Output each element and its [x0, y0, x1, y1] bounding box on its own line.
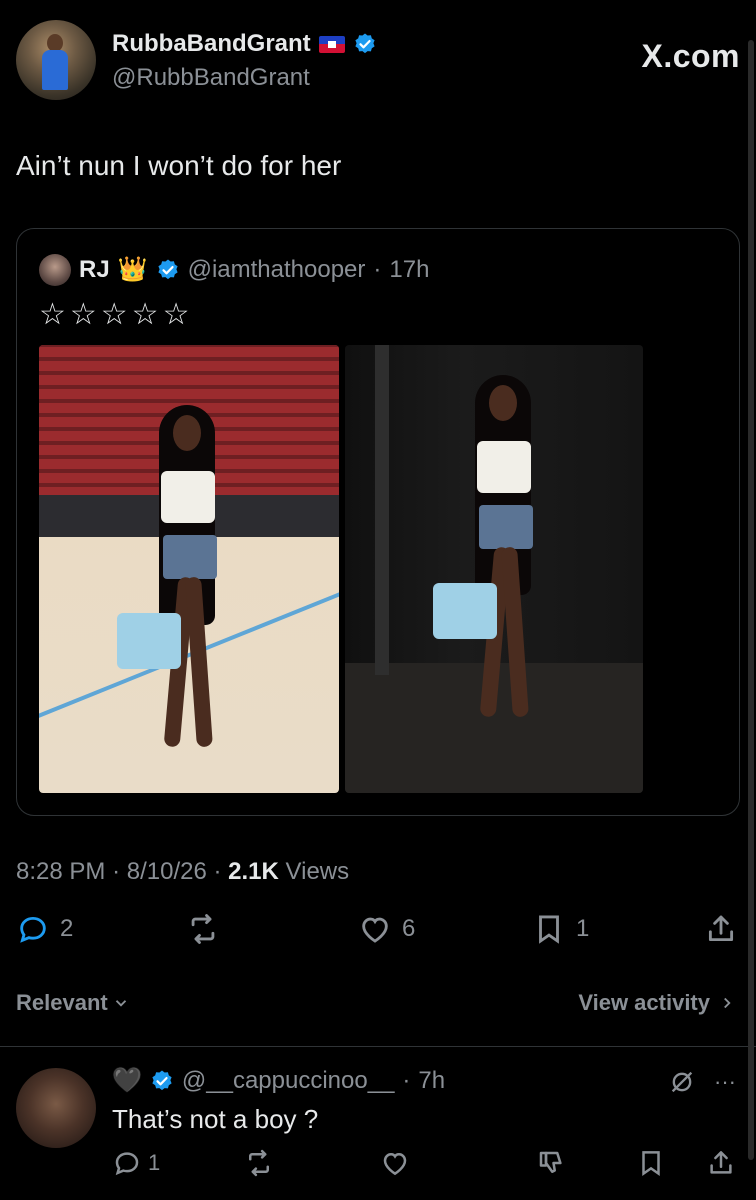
reply-actions: 1 [112, 1148, 738, 1184]
views-label: Views [285, 858, 350, 885]
sort-label: Relevant [16, 990, 108, 1015]
site-watermark: X.com [641, 38, 740, 74]
reply-bookmark-button[interactable] [636, 1148, 666, 1178]
bookmark-count: 1 [576, 915, 590, 942]
quoted-tweet-card[interactable]: RJ 👑 @iamthathooper · 17h ☆☆☆☆☆ [16, 228, 740, 816]
verified-badge-icon [355, 33, 375, 54]
repost-icon [191, 914, 215, 944]
repost-button[interactable] [186, 912, 220, 946]
reply-text: That’s not a boy ? [112, 1104, 319, 1134]
quoted-tweet-age: 17h [389, 256, 430, 283]
reply-header: 🖤 @__cappuccinoo__ · 7h [112, 1066, 445, 1095]
views-count: 2.1K [228, 858, 279, 885]
crown-icon: 👑 [117, 256, 148, 283]
quoted-tweet-text: ☆☆☆☆☆ [39, 298, 194, 331]
view-activity-label: View activity [578, 990, 710, 1015]
tweet-meta: 8:28 PM · 8/10/26 · 2.1K Views [16, 858, 349, 886]
grok-icon[interactable] [668, 1068, 696, 1096]
reply-reply-count: 1 [148, 1150, 161, 1175]
scrollbar[interactable] [748, 40, 754, 1160]
reply-author-avatar[interactable] [16, 1068, 96, 1148]
quoted-author-handle[interactable]: @iamthathooper [188, 256, 366, 284]
reply-icon [20, 916, 46, 943]
reply-author-handle[interactable]: @__cappuccinoo__ [182, 1067, 395, 1095]
quoted-author-name[interactable]: RJ [79, 256, 110, 284]
reply-like-button[interactable] [380, 1148, 410, 1178]
share-icon [708, 915, 734, 942]
like-count: 6 [402, 915, 416, 942]
quoted-author-avatar[interactable] [39, 254, 71, 286]
share-icon [710, 1151, 732, 1174]
quoted-tweet-header: RJ 👑 @iamthathooper · 17h [39, 253, 429, 287]
more-options-icon[interactable]: ··· [714, 1069, 736, 1095]
heart-icon [383, 1152, 407, 1176]
reply-reply-button[interactable]: 1 [112, 1148, 160, 1178]
author-handle[interactable]: @RubbBandGrant [112, 64, 310, 92]
bookmark-icon [539, 915, 559, 944]
quoted-photo-1[interactable] [39, 345, 339, 793]
verified-badge-icon [152, 1070, 172, 1090]
divider [0, 1046, 756, 1047]
view-activity-link[interactable]: View activity [578, 990, 736, 1016]
reply-count: 2 [60, 915, 74, 942]
reply-button[interactable]: 2 [16, 912, 73, 946]
reply-share-button[interactable] [706, 1148, 736, 1178]
reply-author-name[interactable]: 🖤 [112, 1066, 142, 1095]
haiti-flag-icon [318, 35, 345, 53]
thumbs-down-icon [539, 1151, 562, 1173]
bookmark-button[interactable]: 1 [532, 912, 589, 946]
tweet-header: RubbaBandGrant @RubbBandGrant X.com [16, 20, 740, 102]
author-display-name[interactable]: RubbaBandGrant [112, 30, 311, 58]
separator-dot: · [112, 858, 127, 885]
reply-age: 7h [418, 1066, 446, 1094]
separator-dot: · [402, 1066, 411, 1094]
verified-badge-icon [157, 259, 178, 280]
quoted-photo-2[interactable] [345, 345, 643, 793]
separator-dot: · [373, 256, 382, 283]
repost-icon [249, 1149, 269, 1177]
bookmark-icon [642, 1151, 660, 1177]
reply-dislike-button[interactable] [536, 1148, 566, 1178]
author-avatar[interactable] [16, 20, 96, 100]
tweet-actions: 2 6 1 [16, 912, 740, 952]
chevron-down-icon [115, 1000, 126, 1007]
tweet-date: 8/10/26 [126, 858, 207, 885]
tweet-text: Ain’t nun I won’t do for her [16, 150, 342, 181]
separator-dot: · [213, 858, 229, 885]
reply-top-icons: ··· [668, 1068, 736, 1096]
like-button[interactable]: 6 [358, 912, 415, 946]
share-button[interactable] [704, 912, 738, 946]
reply-tweet[interactable]: 🖤 @__cappuccinoo__ · 7h ··· That’s not a… [0, 1060, 756, 1200]
chevron-right-icon [724, 997, 731, 1009]
reply-icon [115, 1152, 139, 1176]
tweet-time: 8:28 PM [16, 858, 106, 885]
heart-icon [362, 917, 388, 943]
reply-repost-button[interactable] [244, 1148, 274, 1178]
sort-replies-dropdown[interactable]: Relevant [16, 990, 130, 1016]
author-name-row[interactable]: RubbaBandGrant [112, 30, 377, 58]
